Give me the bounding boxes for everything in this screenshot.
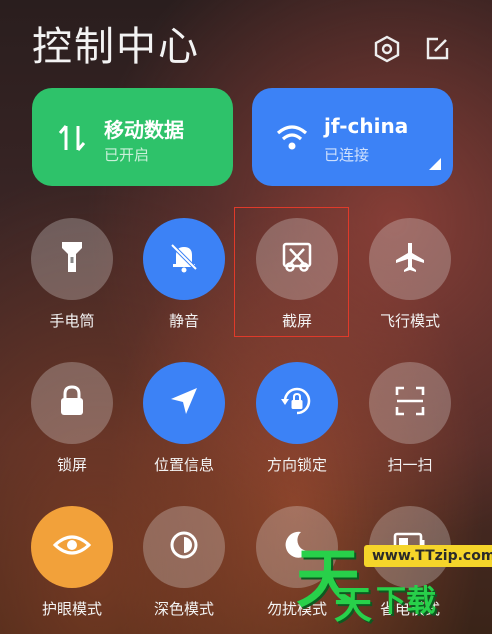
highlight-box [234,207,349,337]
scan-toggle[interactable] [369,362,451,444]
rotation-lock-icon [279,383,315,423]
silent-toggle[interactable] [143,218,225,300]
lock-icon [57,384,87,422]
edit-icon[interactable] [422,34,452,64]
location-arrow-icon [168,385,200,421]
wifi-title: jf-china [324,114,409,138]
scan-icon [394,385,426,421]
dark-mode-toggle[interactable] [143,506,225,588]
flashlight-toggle[interactable] [31,218,113,300]
settings-hexagon-icon[interactable] [372,34,402,64]
airplane-toggle[interactable] [369,218,451,300]
watermark-logo-char-small: 天 [334,583,373,627]
mobile-data-status: 已开启 [104,146,150,164]
page-title: 控制中心 [32,24,200,70]
location-toggle[interactable] [143,362,225,444]
wifi-icon [274,120,310,156]
flashlight-label: 手电筒 [49,312,95,330]
wifi-tile[interactable]: jf-china 已连接 [252,88,453,186]
location-label: 位置信息 [153,456,214,474]
watermark-url: www.TTzip.com [364,545,492,567]
flashlight-icon [58,239,86,279]
scan-label: 扫一扫 [387,456,433,474]
mobile-data-title: 移动数据 [104,118,184,142]
dark-mode-icon [168,529,200,565]
lock-screen-label: 锁屏 [56,456,87,474]
rotation-lock-label: 方向锁定 [266,456,327,474]
mobile-data-tile[interactable]: 移动数据 已开启 [32,88,233,186]
watermark-text: 下载 [376,584,436,619]
dark-mode-label: 深色模式 [153,600,214,618]
silent-label: 静音 [168,312,199,330]
airplane-label: 飞行模式 [379,312,440,330]
bell-off-icon [167,240,201,278]
eye-icon [52,532,92,562]
expand-corner-icon[interactable] [429,155,441,174]
eye-care-toggle[interactable] [31,506,113,588]
airplane-icon [393,240,427,278]
data-arrows-icon [54,120,90,156]
rotation-lock-toggle[interactable] [256,362,338,444]
wifi-status: 已连接 [324,146,370,164]
lock-screen-toggle[interactable] [31,362,113,444]
eye-care-label: 护眼模式 [41,600,102,618]
